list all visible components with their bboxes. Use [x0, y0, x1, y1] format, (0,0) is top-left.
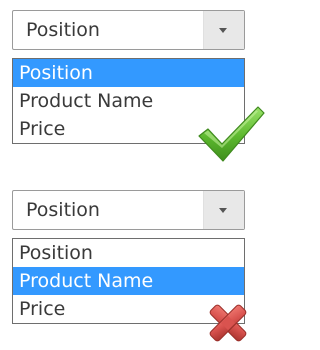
select-arrow-button[interactable]: [203, 11, 244, 49]
sort-select-value: Position: [26, 199, 100, 221]
sort-select[interactable]: Position: [12, 190, 245, 230]
sort-select[interactable]: Position: [12, 10, 245, 50]
select-arrow-button[interactable]: [203, 191, 244, 229]
dropdown-option-position[interactable]: Position: [13, 239, 244, 267]
dropdown-option-product-name[interactable]: Product Name: [13, 267, 244, 295]
sort-select-value: Position: [26, 19, 100, 41]
chevron-down-icon: [219, 28, 227, 33]
checkmark-icon: [198, 106, 265, 162]
dropdown-option-position[interactable]: Position: [13, 59, 244, 87]
cross-icon: [209, 304, 247, 342]
chevron-down-icon: [219, 208, 227, 213]
